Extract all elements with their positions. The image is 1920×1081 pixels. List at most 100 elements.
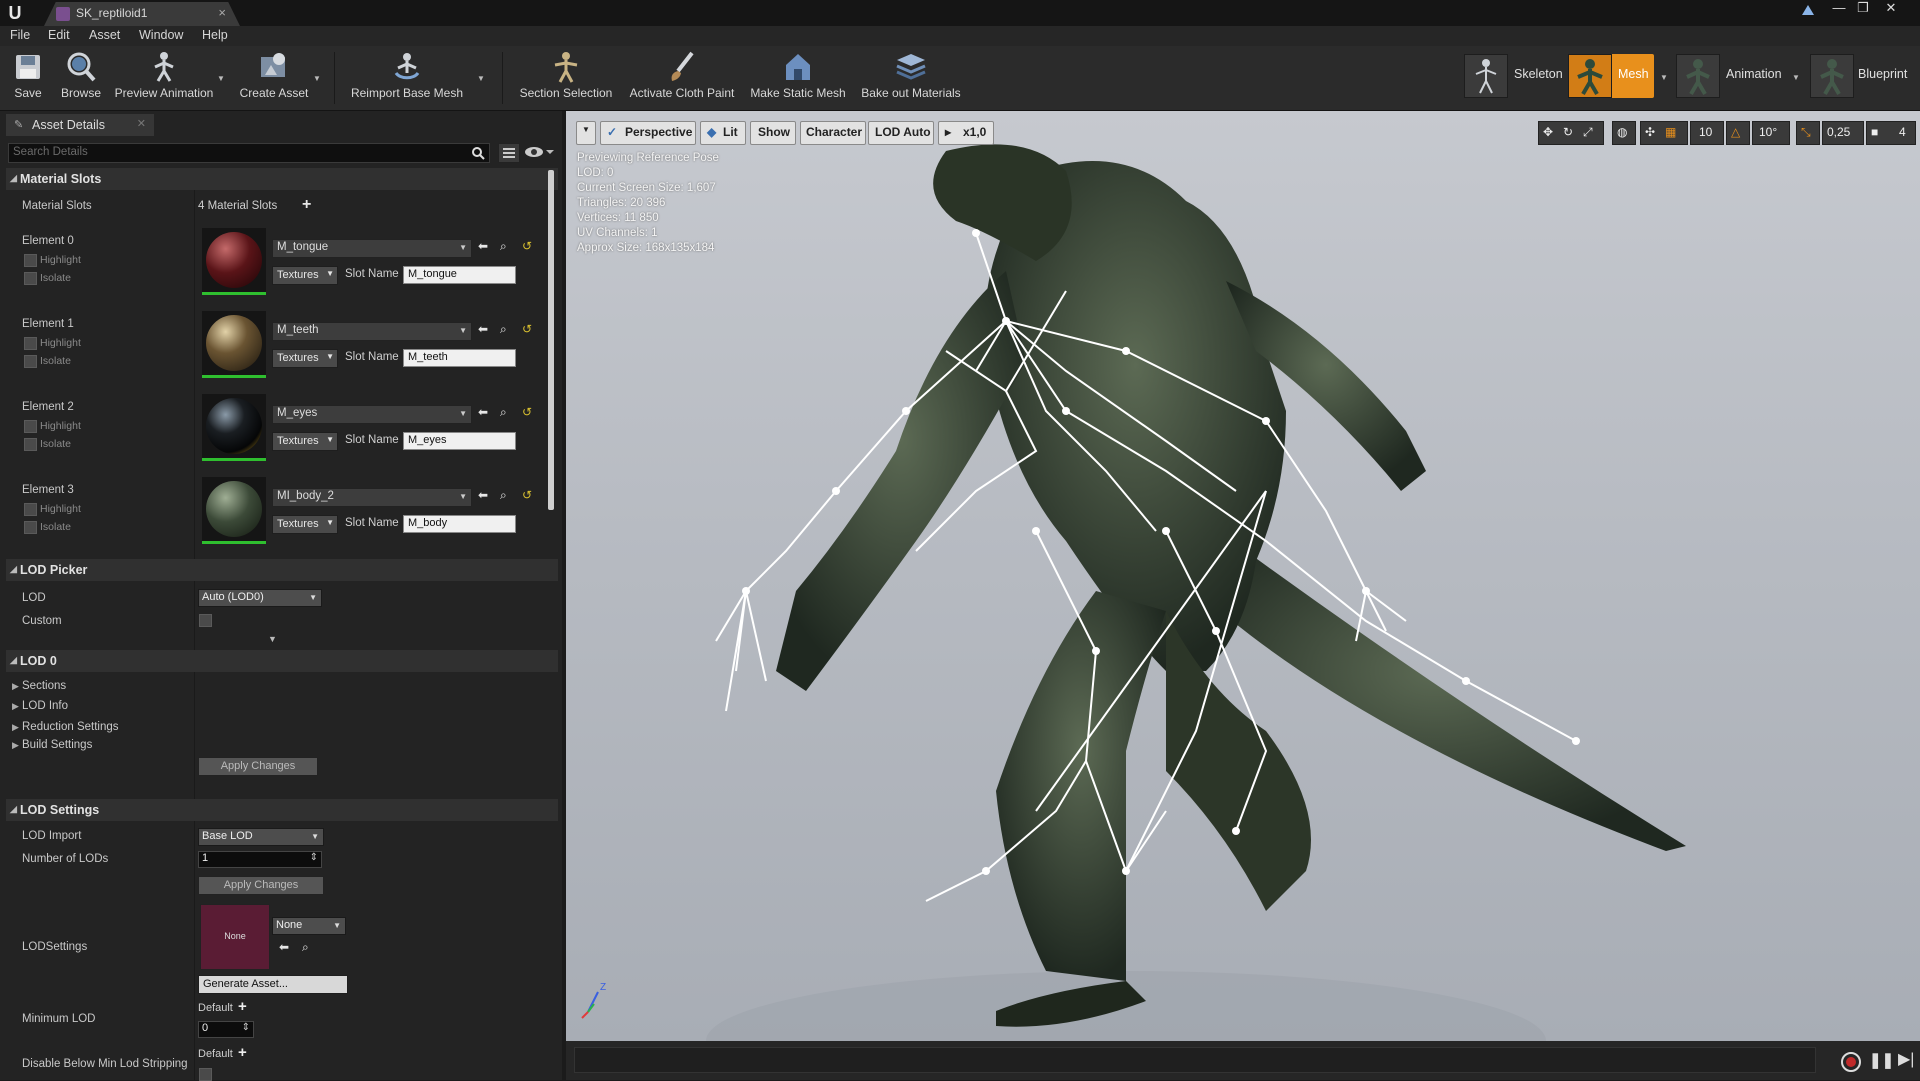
- close-icon[interactable]: ✕: [137, 117, 146, 130]
- browse-search-icon[interactable]: ⌕: [302, 940, 309, 955]
- visibility-eye-button[interactable]: [524, 145, 554, 159]
- timeline-scrubber[interactable]: [574, 1047, 1816, 1073]
- use-selected-arrow-icon[interactable]: ⬅: [279, 940, 289, 954]
- slot-name-input[interactable]: M_eyes: [403, 432, 516, 450]
- save-button[interactable]: Save: [10, 46, 46, 110]
- browse-button[interactable]: Browse: [56, 46, 106, 110]
- lod0-reduction-settings-item[interactable]: ▶ Reduction Settings: [12, 721, 119, 733]
- browse-search-icon[interactable]: ⌕: [500, 488, 507, 503]
- animation-mode-dropdown[interactable]: ▼: [1792, 73, 1800, 82]
- show-button[interactable]: Show: [750, 121, 796, 145]
- add-override-button[interactable]: +: [238, 1044, 247, 1061]
- grid-snap-value[interactable]: 10: [1690, 121, 1724, 145]
- textures-dropdown[interactable]: Textures ▼: [272, 349, 338, 368]
- activate-cloth-paint-button[interactable]: Activate Cloth Paint: [624, 46, 740, 110]
- material-combo[interactable]: M_tongue ▼: [272, 239, 472, 258]
- material-thumbnail[interactable]: [202, 228, 266, 295]
- asset-details-tab[interactable]: ✎ Asset Details ✕: [6, 114, 154, 136]
- add-override-button[interactable]: +: [238, 998, 247, 1015]
- camera-speed-button[interactable]: ■ 4: [1866, 121, 1916, 145]
- lod-picker-header[interactable]: ◢ LOD Picker: [6, 559, 558, 581]
- use-selected-arrow-icon[interactable]: ⬅: [478, 405, 488, 419]
- rotation-snap-toggle[interactable]: △: [1726, 121, 1750, 145]
- pause-button[interactable]: ❚❚: [1869, 1051, 1894, 1069]
- use-selected-arrow-icon[interactable]: ⬅: [478, 239, 488, 253]
- bake-out-materials-button[interactable]: Bake out Materials: [856, 46, 966, 110]
- highlight-checkbox[interactable]: [24, 503, 37, 516]
- step-forward-button[interactable]: ▶|: [1898, 1049, 1914, 1069]
- transform-tools-group[interactable]: ✥ ↻ ⤢: [1538, 121, 1604, 145]
- slot-name-input[interactable]: M_body: [403, 515, 516, 533]
- mode-skeleton[interactable]: Skeleton: [1464, 54, 1563, 98]
- lod0-lod-info-item[interactable]: ▶ LOD Info: [12, 700, 68, 712]
- search-details-input[interactable]: Search Details: [8, 143, 490, 163]
- rotation-snap-value[interactable]: 10°: [1752, 121, 1790, 145]
- isolate-checkbox[interactable]: [24, 521, 37, 534]
- view-options-grid-button[interactable]: [498, 143, 520, 163]
- menu-window[interactable]: Window: [139, 28, 183, 42]
- use-selected-arrow-icon[interactable]: ⬅: [478, 488, 488, 502]
- world-local-toggle[interactable]: ◍: [1612, 121, 1636, 145]
- highlight-checkbox[interactable]: [24, 420, 37, 433]
- minimum-lod-input[interactable]: 0 ⇕: [198, 1021, 254, 1038]
- lod0-apply-changes-button[interactable]: Apply Changes: [198, 757, 318, 776]
- lodsettings-asset-select[interactable]: None ▼: [272, 917, 346, 935]
- number-of-lods-input[interactable]: 1 ⇕: [198, 851, 322, 868]
- browse-search-icon[interactable]: ⌕: [500, 239, 507, 254]
- lod-settings-apply-changes-button[interactable]: Apply Changes: [198, 876, 324, 895]
- lod0-header[interactable]: ◢ LOD 0: [6, 650, 558, 672]
- textures-dropdown[interactable]: Textures ▼: [272, 515, 338, 534]
- menu-file[interactable]: File: [10, 28, 30, 42]
- mode-blueprint[interactable]: Blueprint: [1810, 54, 1916, 98]
- material-slots-header[interactable]: ◢ Material Slots: [6, 168, 558, 190]
- highlight-checkbox[interactable]: [24, 337, 37, 350]
- highlight-checkbox[interactable]: [24, 254, 37, 267]
- textures-dropdown[interactable]: Textures ▼: [272, 266, 338, 285]
- material-combo[interactable]: MI_body_2 ▼: [272, 488, 472, 507]
- generate-asset-button[interactable]: Generate Asset...: [198, 975, 348, 994]
- use-selected-arrow-icon[interactable]: ⬅: [478, 322, 488, 336]
- make-static-mesh-button[interactable]: Make Static Mesh: [748, 46, 848, 110]
- lod-auto-button[interactable]: LOD Auto: [868, 121, 934, 145]
- minimize-button[interactable]: —: [1828, 0, 1850, 18]
- viewport-options-dropdown[interactable]: ▼: [576, 121, 596, 145]
- preview-animation-dropdown[interactable]: ▼: [217, 74, 225, 83]
- lod-settings-header[interactable]: ◢ LOD Settings: [6, 799, 558, 821]
- menu-edit[interactable]: Edit: [48, 28, 70, 42]
- material-combo[interactable]: M_teeth ▼: [272, 322, 472, 341]
- custom-checkbox[interactable]: [199, 614, 212, 627]
- preview-animation-button[interactable]: Preview Animation: [112, 46, 216, 110]
- material-thumbnail[interactable]: [202, 311, 266, 378]
- create-asset-button[interactable]: Create Asset: [236, 46, 312, 110]
- add-material-slot-button[interactable]: +: [302, 196, 311, 214]
- mesh-mode-dropdown[interactable]: ▼: [1660, 73, 1668, 82]
- browse-search-icon[interactable]: ⌕: [500, 405, 507, 420]
- maximize-button[interactable]: ❐: [1852, 0, 1874, 18]
- viewport[interactable]: [566, 111, 1920, 1041]
- mode-animation[interactable]: Animation: [1676, 54, 1786, 98]
- slot-name-input[interactable]: M_teeth: [403, 349, 516, 367]
- reset-icon[interactable]: ↺: [522, 488, 532, 502]
- lod-select[interactable]: Auto (LOD0) ▼: [198, 589, 322, 607]
- isolate-checkbox[interactable]: [24, 438, 37, 451]
- playback-speed-button[interactable]: ▸ x1,0: [938, 121, 994, 145]
- lod0-build-settings-item[interactable]: ▶ Build Settings: [12, 739, 92, 751]
- material-thumbnail[interactable]: [202, 394, 266, 461]
- record-button[interactable]: [1841, 1052, 1861, 1072]
- material-thumbnail[interactable]: [202, 477, 266, 544]
- source-control-icon[interactable]: [1800, 3, 1816, 17]
- lod0-sections-item[interactable]: ▶ Sections: [12, 680, 66, 692]
- material-combo[interactable]: M_eyes ▼: [272, 405, 472, 424]
- reimport-dropdown[interactable]: ▼: [477, 74, 485, 83]
- close-window-button[interactable]: ✕: [1880, 0, 1902, 18]
- reset-icon[interactable]: ↺: [522, 322, 532, 336]
- browse-search-icon[interactable]: ⌕: [500, 322, 507, 337]
- perspective-button[interactable]: ✓ Perspective: [600, 121, 696, 145]
- document-tab[interactable]: SK_reptiloid1 ×: [44, 2, 240, 26]
- lod-import-select[interactable]: Base LOD ▼: [198, 828, 324, 846]
- close-icon[interactable]: ×: [218, 5, 226, 20]
- mode-mesh[interactable]: Mesh: [1568, 54, 1654, 98]
- details-scrollbar[interactable]: [548, 170, 554, 510]
- lit-button[interactable]: ◆ Lit: [700, 121, 746, 145]
- expand-advanced-icon[interactable]: ▼: [268, 634, 277, 644]
